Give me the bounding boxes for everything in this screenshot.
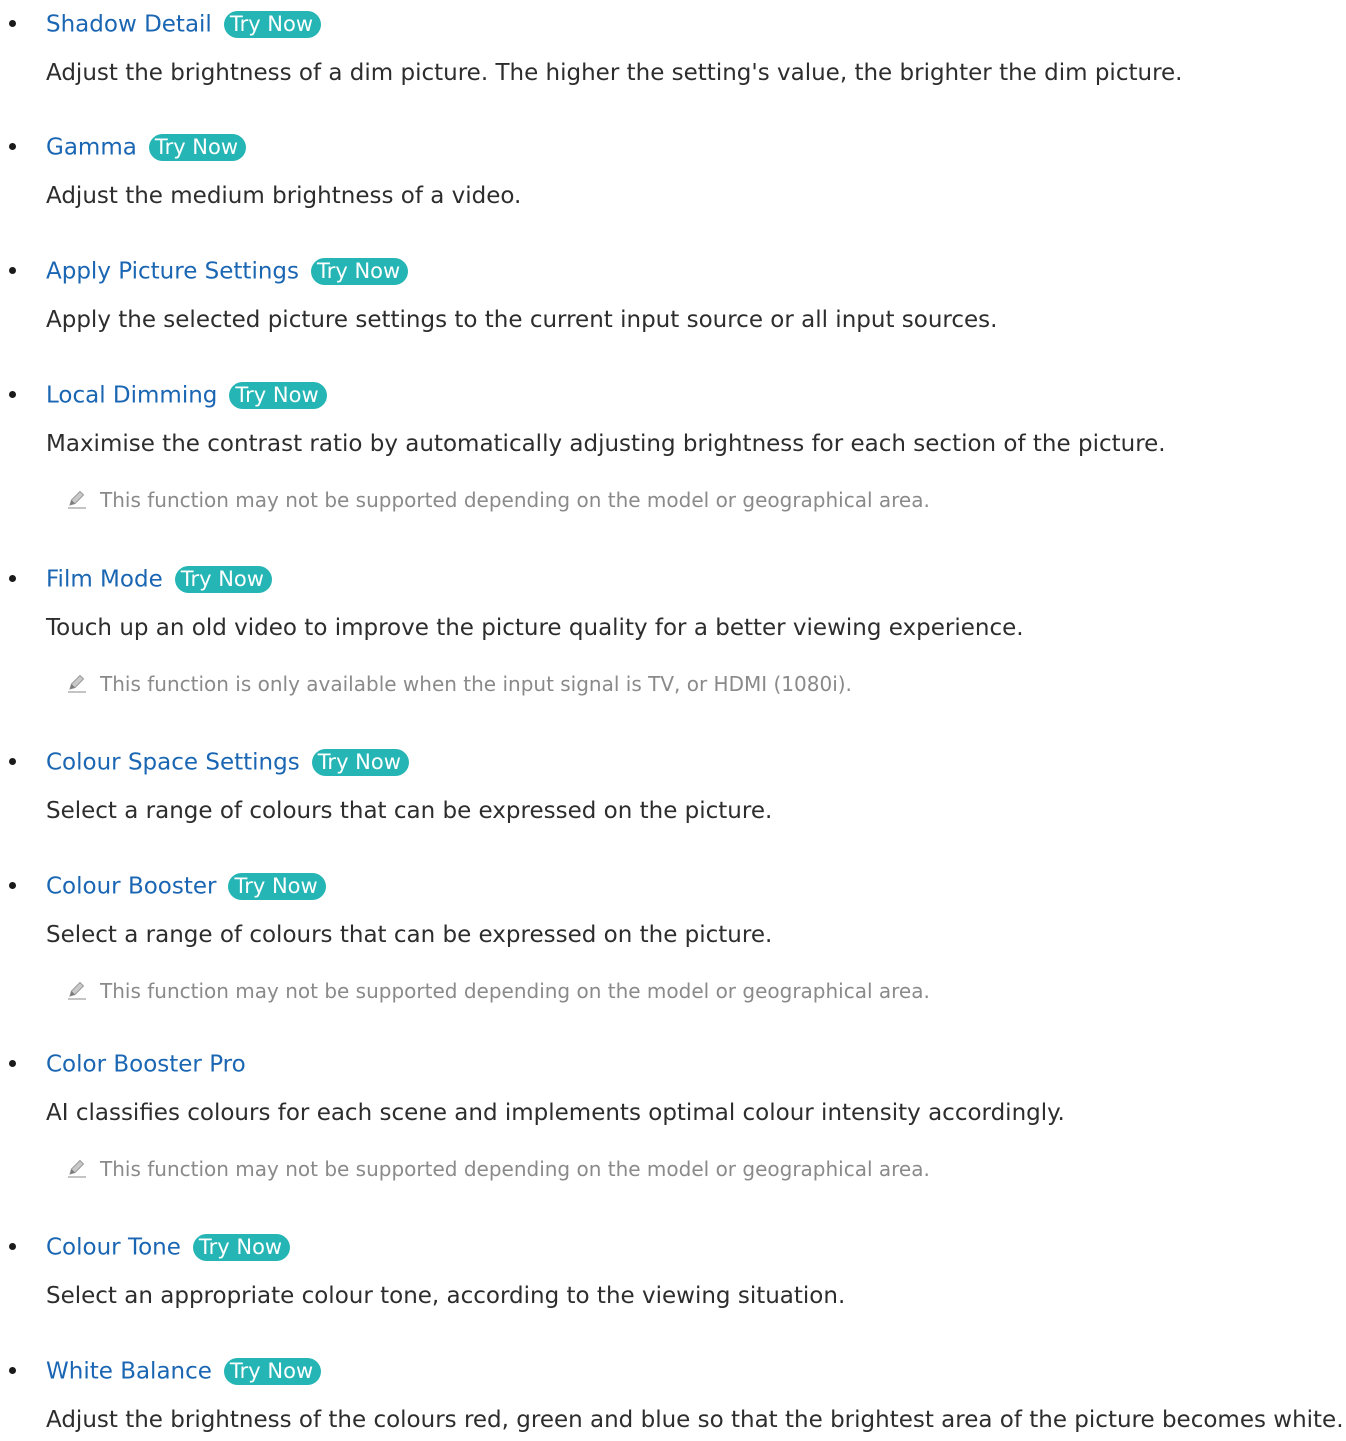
item-title-row: Colour Booster Try Now: [46, 866, 326, 906]
try-now-button[interactable]: Try Now: [228, 873, 326, 900]
bullet-icon: [9, 575, 16, 582]
item-description: Apply the selected picture settings to t…: [46, 307, 998, 333]
try-now-button[interactable]: Try Now: [174, 566, 272, 593]
note-text: This function may not be supported depen…: [100, 979, 930, 1003]
bullet-icon: [9, 758, 16, 765]
item-title[interactable]: Colour Tone: [46, 1235, 181, 1261]
item-title[interactable]: White Balance: [46, 1359, 212, 1385]
item-description: Adjust the brightness of the colours red…: [46, 1407, 1344, 1433]
item-title[interactable]: Shadow Detail: [46, 12, 212, 38]
pencil-note-icon: [68, 490, 86, 509]
item-title-row: Film Mode Try Now: [46, 559, 272, 599]
note-text: This function may not be supported depen…: [100, 1157, 930, 1181]
item-description: Select a range of colours that can be ex…: [46, 922, 773, 948]
item-title-row: Apply Picture Settings Try Now: [46, 251, 409, 291]
bullet-icon: [9, 267, 16, 274]
pencil-note-icon: [68, 981, 86, 1000]
try-now-button[interactable]: Try Now: [148, 134, 247, 161]
item-title-row: Colour Tone Try Now: [46, 1227, 291, 1267]
note-text: This function may not be supported depen…: [100, 488, 930, 512]
item-title[interactable]: Film Mode: [46, 567, 163, 593]
try-now-button[interactable]: Try Now: [229, 382, 327, 409]
item-title[interactable]: Apply Picture Settings: [46, 259, 299, 285]
try-now-button[interactable]: Try Now: [192, 1234, 291, 1261]
item-description: Adjust the medium brightness of a video.: [46, 183, 522, 209]
item-title[interactable]: Color Booster Pro: [46, 1052, 246, 1078]
item-title[interactable]: Gamma: [46, 135, 137, 161]
pencil-note-icon: [68, 1159, 86, 1178]
pencil-note-icon: [68, 674, 86, 693]
try-now-button[interactable]: Try Now: [311, 258, 409, 285]
item-title[interactable]: Colour Booster: [46, 874, 216, 900]
item-description: Select a range of colours that can be ex…: [46, 798, 773, 824]
item-description: Adjust the brightness of a dim picture. …: [46, 60, 1183, 86]
item-title-row: Colour Space Settings Try Now: [46, 742, 409, 782]
try-now-button[interactable]: Try Now: [223, 11, 322, 38]
item-description: AI classifies colours for each scene and…: [46, 1100, 1065, 1126]
bullet-icon: [9, 1367, 16, 1374]
item-title[interactable]: Colour Space Settings: [46, 750, 300, 776]
bullet-icon: [9, 882, 16, 889]
item-title-row: Gamma Try Now: [46, 127, 247, 167]
item-description: Select an appropriate colour tone, accor…: [46, 1283, 846, 1309]
bullet-icon: [9, 20, 16, 27]
item-title-row: Color Booster Pro: [46, 1044, 246, 1084]
bullet-icon: [9, 391, 16, 398]
bullet-icon: [9, 143, 16, 150]
bullet-icon: [9, 1243, 16, 1250]
item-title[interactable]: Local Dimming: [46, 383, 217, 409]
item-description: Touch up an old video to improve the pic…: [46, 615, 1024, 641]
item-title-row: Shadow Detail Try Now: [46, 4, 322, 44]
try-now-button[interactable]: Try Now: [223, 1358, 322, 1385]
item-title-row: White Balance Try Now: [46, 1351, 322, 1391]
item-description: Maximise the contrast ratio by automatic…: [46, 431, 1166, 457]
try-now-button[interactable]: Try Now: [311, 749, 409, 776]
note-text: This function is only available when the…: [100, 672, 852, 696]
item-title-row: Local Dimming Try Now: [46, 375, 327, 415]
bullet-icon: [9, 1060, 16, 1067]
